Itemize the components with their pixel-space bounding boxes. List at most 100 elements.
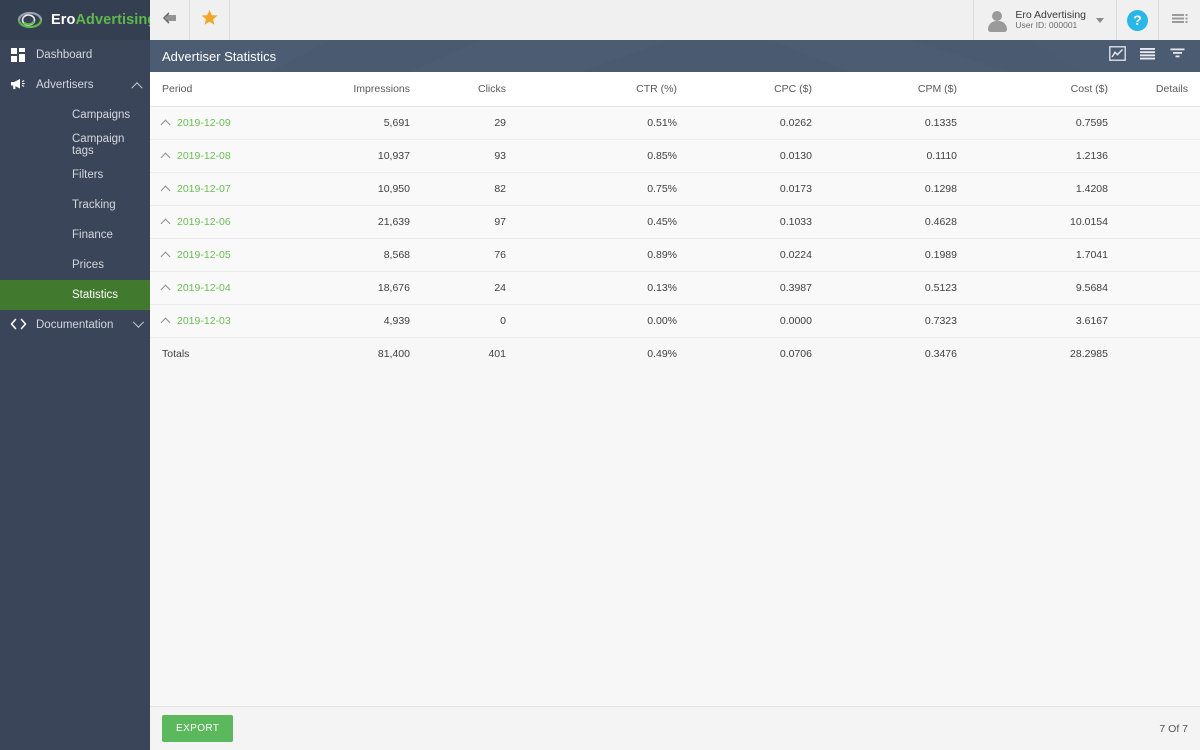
cell-ctr: 0.45% [520, 205, 695, 239]
sidebar-item-label: Documentation [36, 319, 114, 331]
col-header-period[interactable]: Period [150, 72, 300, 107]
table-row[interactable]: 2019-12-07 10,950 82 0.75% 0.0173 0.1298 1.420… [150, 172, 1200, 206]
table-header-row: Period Impressions Clicks CTR (%) CPC ($… [150, 72, 1200, 107]
header-pattern [150, 40, 1200, 72]
cell-details [1130, 271, 1200, 305]
table-row[interactable]: 2019-12-06 21,639 97 0.45% 0.1033 0.4628 10.01… [150, 205, 1200, 239]
table-row[interactable]: 2019-12-08 10,937 93 0.85% 0.0130 0.1110 1.213… [150, 139, 1200, 173]
cell-ctr: 0.85% [520, 139, 695, 173]
cell-impressions: 8,568 [300, 238, 420, 272]
cell-impressions: 10,950 [300, 172, 420, 206]
chevron-up-icon[interactable] [160, 251, 171, 262]
favorite-button[interactable] [190, 0, 230, 40]
cell-cpc: 0.0224 [695, 238, 840, 272]
period-link[interactable]: 2019-12-04 [177, 282, 231, 294]
period-link[interactable]: 2019-12-09 [177, 117, 231, 129]
user-menu[interactable]: Ero Advertising User ID: 000001 [973, 0, 1116, 40]
cell-clicks: 97 [420, 205, 520, 239]
topbar-spacer [230, 0, 974, 40]
cell-cost: 10.0154 [985, 205, 1130, 239]
sidebar-item-label: Dashboard [36, 49, 93, 61]
megaphone-icon [10, 77, 26, 93]
cell-ctr: 0.00% [520, 304, 695, 338]
sidebar-item-label: Statistics [72, 289, 119, 301]
sidebar-item-campaigns[interactable]: Campaigns [0, 100, 150, 130]
page-count-label: 7 Of 7 [1159, 722, 1188, 735]
col-header-details[interactable]: Details [1130, 72, 1200, 107]
col-header-clicks[interactable]: Clicks [420, 72, 520, 107]
chevron-down-icon [1096, 17, 1104, 23]
sidebar-item-filters[interactable]: Filters [0, 160, 150, 190]
sidebar-item-prices[interactable]: Prices [0, 250, 150, 280]
period-link[interactable]: 2019-12-03 [177, 315, 231, 327]
chevron-up-icon[interactable] [160, 185, 171, 196]
sidebar-item-tracking[interactable]: Tracking [0, 190, 150, 220]
totals-cell-impressions: 81,400 [300, 337, 420, 370]
body-row: Dashboard Advertisers Campaigns Campaign ta… [0, 40, 1200, 750]
table-row[interactable]: 2019-12-03 4,939 0 0.00% 0.0000 0.7323 3.6167 [150, 304, 1200, 338]
period-link[interactable]: 2019-12-07 [177, 183, 231, 195]
cell-period: 2019-12-08 [150, 139, 300, 173]
cell-impressions: 5,691 [300, 106, 420, 140]
cell-impressions: 4,939 [300, 304, 420, 338]
page-title: Advertiser Statistics [162, 48, 277, 64]
cell-clicks: 29 [420, 106, 520, 140]
cell-cpm: 0.1298 [840, 172, 985, 206]
export-button[interactable]: EXPORT [162, 715, 234, 742]
cell-cpm: 0.5123 [840, 271, 985, 305]
sidebar-item-dashboard[interactable]: Dashboard [0, 40, 150, 70]
totals-cell-cpm: 0.3476 [840, 337, 985, 370]
brand-logo[interactable]: EroAdvertising [0, 0, 156, 40]
sidebar-item-finance[interactable]: Finance [0, 220, 150, 250]
cell-cost: 0.7595 [985, 106, 1130, 140]
cell-cost: 9.5684 [985, 271, 1130, 305]
col-header-cpc[interactable]: CPC ($) [695, 72, 840, 107]
col-header-cpm[interactable]: CPM ($) [840, 72, 985, 107]
filter-button[interactable] [1162, 40, 1192, 72]
cell-clicks: 76 [420, 238, 520, 272]
code-brackets-icon [0, 318, 36, 333]
brand-name-part2: Advertising [75, 12, 157, 28]
period-link[interactable]: 2019-12-06 [177, 216, 231, 228]
cell-impressions: 18,676 [300, 271, 420, 305]
list-rows-icon [1139, 46, 1156, 66]
chevron-up-icon[interactable] [160, 317, 171, 328]
chart-line-icon [1108, 46, 1126, 66]
cell-clicks: 0 [420, 304, 520, 338]
header-toolbar [1102, 40, 1200, 72]
main-menu-button[interactable] [1158, 0, 1200, 40]
cell-period: 2019-12-09 [150, 106, 300, 140]
chevron-up-icon[interactable] [160, 152, 171, 163]
cell-cpc: 0.1033 [695, 205, 840, 239]
col-header-cost[interactable]: Cost ($) [985, 72, 1130, 107]
chevron-up-icon[interactable] [160, 218, 171, 229]
sidebar-item-campaign-tags[interactable]: Campaign tags [0, 130, 150, 160]
sidebar-item-advertisers[interactable]: Advertisers [0, 70, 150, 100]
chevron-up-icon[interactable] [160, 119, 171, 130]
cell-cpm: 0.1989 [840, 238, 985, 272]
cell-totals-label: Totals [150, 337, 300, 370]
star-icon [201, 9, 218, 31]
cell-period: 2019-12-07 [150, 172, 300, 206]
main-content: Advertiser Statistics Period Impressions… [150, 40, 1200, 750]
period-link[interactable]: 2019-12-08 [177, 150, 231, 162]
sidebar-collapse-button[interactable] [150, 0, 190, 40]
sidebar-item-statistics[interactable]: Statistics [0, 280, 150, 310]
chevron-up-icon[interactable] [160, 284, 171, 295]
table-row[interactable]: 2019-12-09 5,691 29 0.51% 0.0262 0.1335 0.7595 [150, 106, 1200, 140]
page-header: Advertiser Statistics [150, 40, 1200, 72]
cell-details [1130, 106, 1200, 140]
totals-cell-details [1130, 337, 1200, 370]
chart-view-button[interactable] [1102, 40, 1132, 72]
sidebar-item-label: Advertisers [36, 79, 94, 91]
table-head: Period Impressions Clicks CTR (%) CPC ($… [150, 72, 1200, 107]
table-row[interactable]: 2019-12-05 8,568 76 0.89% 0.0224 0.1989 1.7041 [150, 238, 1200, 272]
table-totals-row: Totals 81,400 401 0.49% 0.0706 0.3476 28.2985 [150, 337, 1200, 370]
sidebar-item-documentation[interactable]: Documentation [0, 310, 150, 340]
table-row[interactable]: 2019-12-04 18,676 24 0.13% 0.3987 0.5123 9.568… [150, 271, 1200, 305]
col-header-ctr[interactable]: CTR (%) [520, 72, 695, 107]
list-view-button[interactable] [1132, 40, 1162, 72]
period-link[interactable]: 2019-12-05 [177, 249, 231, 261]
col-header-impressions[interactable]: Impressions [300, 72, 420, 107]
help-button[interactable]: ? [1116, 0, 1158, 40]
